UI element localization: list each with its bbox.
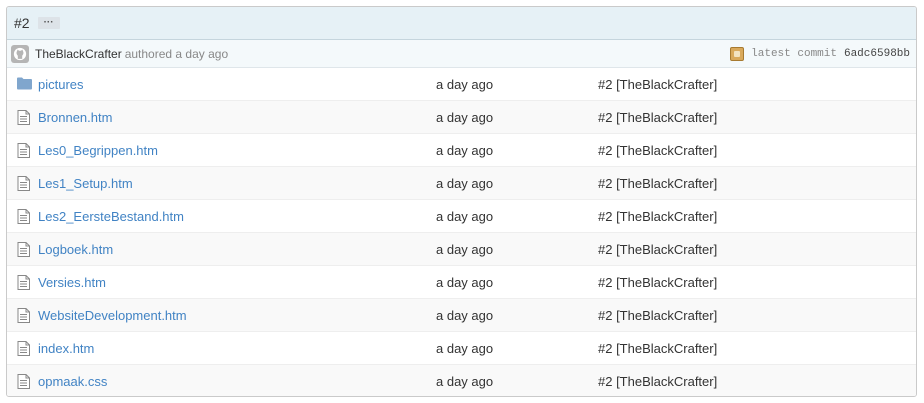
commit-icon xyxy=(730,47,745,61)
file-list: pictures a day ago #2 [TheBlackCrafter] Bro… xyxy=(7,68,916,396)
file-name-link[interactable]: opmaak.css xyxy=(38,374,107,389)
file-name-link[interactable]: Les2_EersteBestand.htm xyxy=(38,209,184,224)
folder-icon xyxy=(17,77,32,91)
commit-authored-time: authored a day ago xyxy=(124,46,229,61)
file-name-link[interactable]: index.htm xyxy=(38,341,94,356)
file-age: a day ago xyxy=(436,208,494,224)
file-commit-message[interactable]: #2 [TheBlackCrafter] xyxy=(598,110,717,125)
file-commit-message[interactable]: #2 [TheBlackCrafter] xyxy=(598,242,717,257)
file-age: a day ago xyxy=(436,274,494,290)
file-commit-message[interactable]: #2 [TheBlackCrafter] xyxy=(598,341,717,356)
file-commit-message[interactable]: #2 [TheBlackCrafter] xyxy=(598,143,717,158)
commit-author-link[interactable]: TheBlackCrafter xyxy=(35,47,122,61)
file-commit-message[interactable]: #2 [TheBlackCrafter] xyxy=(598,209,717,224)
commit-sha-link[interactable]: 6adc6598bb xyxy=(844,48,910,60)
latest-commit: latest commit 6adc6598bb xyxy=(730,47,910,61)
file-icon xyxy=(17,176,31,191)
file-commit-message[interactable]: #2 [TheBlackCrafter] xyxy=(598,77,717,92)
file-commit-message[interactable]: #2 [TheBlackCrafter] xyxy=(598,308,717,323)
commit-message[interactable]: #2 xyxy=(14,15,30,31)
file-name-link[interactable]: Bronnen.htm xyxy=(38,110,112,125)
commit-meta-bar: TheBlackCrafter authored a day ago lates… xyxy=(7,40,916,68)
table-row: pictures a day ago #2 [TheBlackCrafter] xyxy=(7,68,916,101)
expand-commit-button[interactable]: ··· xyxy=(37,17,60,29)
table-row: Bronnen.htm a day ago #2 [TheBlackCrafter] xyxy=(7,101,916,134)
file-icon xyxy=(17,275,31,290)
file-commit-message[interactable]: #2 [TheBlackCrafter] xyxy=(598,374,717,389)
table-row: Logboek.htm a day ago #2 [TheBlackCrafter] xyxy=(7,233,916,266)
file-icon xyxy=(17,143,31,158)
table-row: Les2_EersteBestand.htm a day ago #2 [TheBl… xyxy=(7,200,916,233)
file-commit-message[interactable]: #2 [TheBlackCrafter] xyxy=(598,275,717,290)
file-name-link[interactable]: pictures xyxy=(38,77,84,92)
file-icon xyxy=(17,308,31,323)
file-icon xyxy=(17,341,31,356)
file-icon xyxy=(17,110,31,125)
file-commit-message[interactable]: #2 [TheBlackCrafter] xyxy=(598,176,717,191)
avatar[interactable] xyxy=(11,44,29,63)
table-row: Versies.htm a day ago #2 [TheBlackCrafter] xyxy=(7,266,916,299)
latest-commit-label: latest commit xyxy=(751,48,837,60)
file-age: a day ago xyxy=(436,340,494,356)
file-name-link[interactable]: WebsiteDevelopment.htm xyxy=(38,308,187,323)
file-age: a day ago xyxy=(436,109,494,125)
file-icon xyxy=(17,242,31,257)
file-age: a day ago xyxy=(436,241,494,257)
file-name-link[interactable]: Les0_Begrippen.htm xyxy=(38,143,158,158)
file-age: a day ago xyxy=(436,175,494,191)
file-age: a day ago xyxy=(436,307,494,323)
table-row: index.htm a day ago #2 [TheBlackCrafter] xyxy=(7,332,916,365)
table-row: Les0_Begrippen.htm a day ago #2 [TheBlackC… xyxy=(7,134,916,167)
file-icon xyxy=(17,209,31,224)
file-browser: #2 ··· TheBlackCrafter authored a day ag… xyxy=(6,6,917,397)
github-octocat-icon xyxy=(13,47,27,60)
table-row: WebsiteDevelopment.htm a day ago #2 [TheBl… xyxy=(7,299,916,332)
file-name-link[interactable]: Logboek.htm xyxy=(38,242,113,257)
file-name-link[interactable]: Versies.htm xyxy=(38,275,106,290)
file-age: a day ago xyxy=(436,374,494,389)
table-row: opmaak.css a day ago #2 [TheBlackCrafter] xyxy=(7,365,916,396)
file-icon xyxy=(17,374,31,389)
file-age: a day ago xyxy=(436,142,494,158)
file-age: a day ago xyxy=(436,76,494,92)
table-row: Les1_Setup.htm a day ago #2 [TheBlackCraft… xyxy=(7,167,916,200)
commit-title-bar: #2 ··· xyxy=(7,7,916,40)
file-name-link[interactable]: Les1_Setup.htm xyxy=(38,176,133,191)
